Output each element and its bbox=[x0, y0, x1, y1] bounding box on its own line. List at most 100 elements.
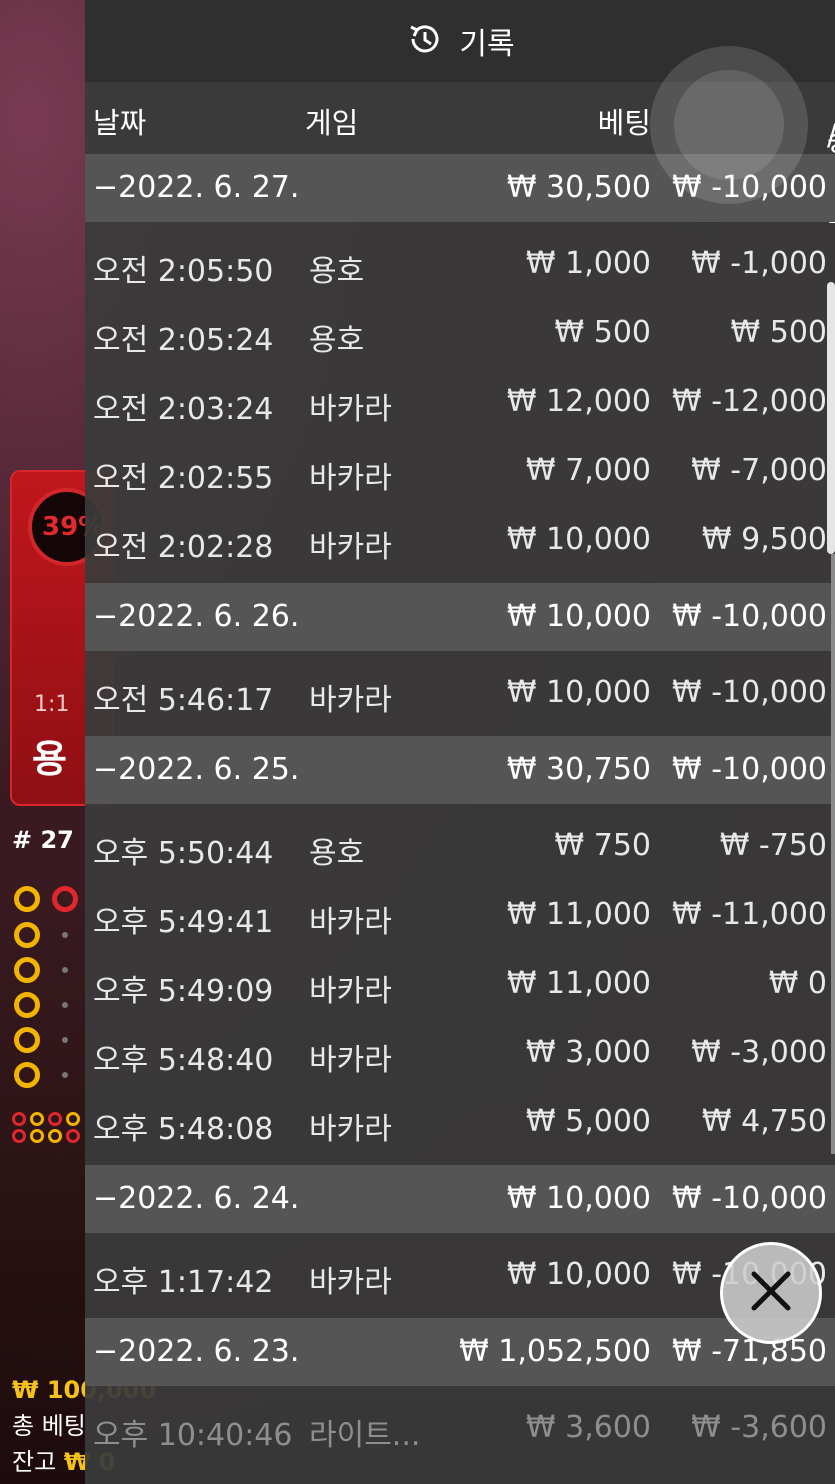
history-list: −2022. 6. 27. ₩ 30,500 ₩ -10,000 오전 2:05:50… bbox=[85, 154, 835, 1463]
entry-game: 바카라 bbox=[309, 974, 392, 1009]
entry-bet: ₩ 10,000 bbox=[506, 675, 651, 710]
entry-bet: ₩ 11,000 bbox=[506, 897, 651, 932]
entry-game: 바카라 bbox=[309, 461, 392, 496]
history-panel: 기록 날짜 게임 베팅 승리/패배 −2022. 6. 27.₩ 30,500₩… bbox=[85, 0, 835, 1484]
group-date: −2022. 6. 24. bbox=[93, 1181, 300, 1216]
entry-result: ₩ -10,000 bbox=[672, 675, 827, 710]
entry-bet: ₩ 7,000 bbox=[525, 453, 651, 488]
row-spacer bbox=[85, 728, 835, 736]
entry-game: 용호 bbox=[309, 836, 365, 871]
close-button[interactable] bbox=[720, 1242, 822, 1344]
entry-time: 오전 2:05:50 bbox=[93, 254, 274, 289]
round-number: # 27 bbox=[12, 826, 74, 854]
row-spacer bbox=[85, 222, 835, 230]
date-group-row[interactable]: −2022. 6. 25. ₩ 30,750 ₩ -10,000 bbox=[85, 736, 835, 804]
entry-bet: ₩ 500 bbox=[554, 315, 651, 350]
history-entry-row[interactable]: 오전 2:03:24 바카라 ₩ 12,000 ₩ -12,000 bbox=[85, 368, 835, 437]
entry-time: 오후 1:17:42 bbox=[93, 1265, 274, 1300]
entry-bet: ₩ 11,000 bbox=[506, 966, 651, 1001]
history-entry-row[interactable]: 오후 5:49:09 바카라 ₩ 11,000 ₩ 0 bbox=[85, 950, 835, 1019]
history-entry-row[interactable]: 오후 10:40:46 라이트... ₩ 3,600 ₩ -3,600 bbox=[85, 1394, 835, 1463]
row-spacer bbox=[85, 575, 835, 583]
entry-result: ₩ -12,000 bbox=[672, 384, 827, 419]
mini-road-marker bbox=[48, 1129, 62, 1143]
mini-road-marker bbox=[66, 1112, 80, 1126]
entry-game: 바카라 bbox=[309, 1265, 392, 1300]
group-result-total: ₩ -10,000 bbox=[672, 1181, 827, 1216]
group-bet-total: ₩ 30,750 bbox=[506, 752, 651, 787]
road-dot bbox=[62, 967, 68, 973]
mini-road-marker bbox=[66, 1129, 80, 1143]
mini-road-marker bbox=[30, 1129, 44, 1143]
history-entry-row[interactable]: 오후 5:48:08 바카라 ₩ 5,000 ₩ 4,750 bbox=[85, 1088, 835, 1157]
row-spacer bbox=[85, 1233, 835, 1241]
history-entry-row[interactable]: 오후 5:48:40 바카라 ₩ 3,000 ₩ -3,000 bbox=[85, 1019, 835, 1088]
touch-indicator bbox=[650, 46, 808, 204]
history-entry-row[interactable]: 오전 5:46:17 바카라 ₩ 10,000 ₩ -10,000 bbox=[85, 659, 835, 728]
road-marker bbox=[14, 922, 40, 948]
scroll-track bbox=[831, 554, 835, 1154]
date-group-row[interactable]: −2022. 6. 24. ₩ 10,000 ₩ -10,000 bbox=[85, 1165, 835, 1233]
entry-time: 오전 2:03:24 bbox=[93, 392, 274, 427]
history-entry-row[interactable]: 오전 2:02:28 바카라 ₩ 10,000 ₩ 9,500 bbox=[85, 506, 835, 575]
history-entry-row[interactable]: 오후 5:50:44 용호 ₩ 750 ₩ -750 bbox=[85, 812, 835, 881]
entry-game: 라이트... bbox=[309, 1418, 421, 1453]
road-marker bbox=[52, 886, 78, 912]
entry-result: ₩ 500 bbox=[730, 315, 827, 350]
date-group-row[interactable]: −2022. 6. 26. ₩ 10,000 ₩ -10,000 bbox=[85, 583, 835, 651]
entry-game: 바카라 bbox=[309, 530, 392, 565]
group-bet-total: ₩ 30,500 bbox=[506, 170, 651, 205]
history-entry-row[interactable]: 오전 2:02:55 바카라 ₩ 7,000 ₩ -7,000 bbox=[85, 437, 835, 506]
group-date: −2022. 6. 26. bbox=[93, 599, 300, 634]
entry-game: 바카라 bbox=[309, 1112, 392, 1147]
history-title: 기록 bbox=[459, 27, 515, 62]
row-spacer bbox=[85, 804, 835, 812]
column-date[interactable]: 날짜 bbox=[93, 100, 146, 142]
group-date: −2022. 6. 27. bbox=[93, 170, 300, 205]
entry-result: ₩ -3,600 bbox=[691, 1410, 827, 1445]
entry-game: 용호 bbox=[309, 323, 365, 358]
balance-label: 잔고 bbox=[12, 1448, 57, 1476]
entry-bet: ₩ 10,000 bbox=[506, 1257, 651, 1292]
road-marker bbox=[14, 886, 40, 912]
column-game[interactable]: 게임 bbox=[305, 100, 358, 142]
mini-road-marker bbox=[30, 1112, 44, 1126]
entry-bet: ₩ 10,000 bbox=[506, 522, 651, 557]
column-bet[interactable]: 베팅 bbox=[598, 100, 651, 142]
road-dot bbox=[62, 1037, 68, 1043]
road-dot bbox=[62, 1002, 68, 1008]
entry-time: 오후 5:48:08 bbox=[93, 1112, 274, 1147]
date-group-row[interactable]: −2022. 6. 23. ₩ 1,052,500 ₩ -71,850 bbox=[85, 1318, 835, 1386]
entry-result: ₩ -7,000 bbox=[691, 453, 827, 488]
row-spacer bbox=[85, 1386, 835, 1394]
entry-time: 오전 2:05:24 bbox=[93, 323, 274, 358]
row-spacer bbox=[85, 1157, 835, 1165]
road-marker bbox=[14, 957, 40, 983]
entry-game: 용호 bbox=[309, 254, 365, 289]
entry-bet: ₩ 12,000 bbox=[506, 384, 651, 419]
group-date: −2022. 6. 23. bbox=[93, 1334, 300, 1369]
mini-road-marker bbox=[12, 1129, 26, 1143]
road-marker bbox=[14, 1027, 40, 1053]
entry-time: 오후 10:40:46 bbox=[93, 1418, 293, 1453]
scrollbar[interactable] bbox=[827, 282, 835, 554]
history-entry-row[interactable]: 오후 5:49:41 바카라 ₩ 11,000 ₩ -11,000 bbox=[85, 881, 835, 950]
entry-game: 바카라 bbox=[309, 1043, 392, 1078]
entry-result: ₩ -11,000 bbox=[672, 897, 827, 932]
entry-result: ₩ -750 bbox=[719, 828, 827, 863]
history-entry-row[interactable]: 오전 2:05:50 용호 ₩ 1,000 ₩ -1,000 bbox=[85, 230, 835, 299]
entry-time: 오후 5:49:41 bbox=[93, 905, 274, 940]
entry-bet: ₩ 3,600 bbox=[525, 1410, 651, 1445]
entry-time: 오후 5:50:44 bbox=[93, 836, 274, 871]
entry-time: 오후 5:48:40 bbox=[93, 1043, 274, 1078]
entry-result: ₩ 0 bbox=[768, 966, 827, 1001]
history-entry-row[interactable]: 오전 2:05:24 용호 ₩ 500 ₩ 500 bbox=[85, 299, 835, 368]
close-icon bbox=[749, 1269, 793, 1317]
entry-time: 오후 5:49:09 bbox=[93, 974, 274, 1009]
entry-bet: ₩ 1,000 bbox=[525, 246, 651, 281]
group-bet-total: ₩ 1,052,500 bbox=[459, 1334, 651, 1369]
group-date: −2022. 6. 25. bbox=[93, 752, 300, 787]
entry-result: ₩ 4,750 bbox=[701, 1104, 827, 1139]
entry-bet: ₩ 750 bbox=[554, 828, 651, 863]
mini-road-marker bbox=[12, 1112, 26, 1126]
